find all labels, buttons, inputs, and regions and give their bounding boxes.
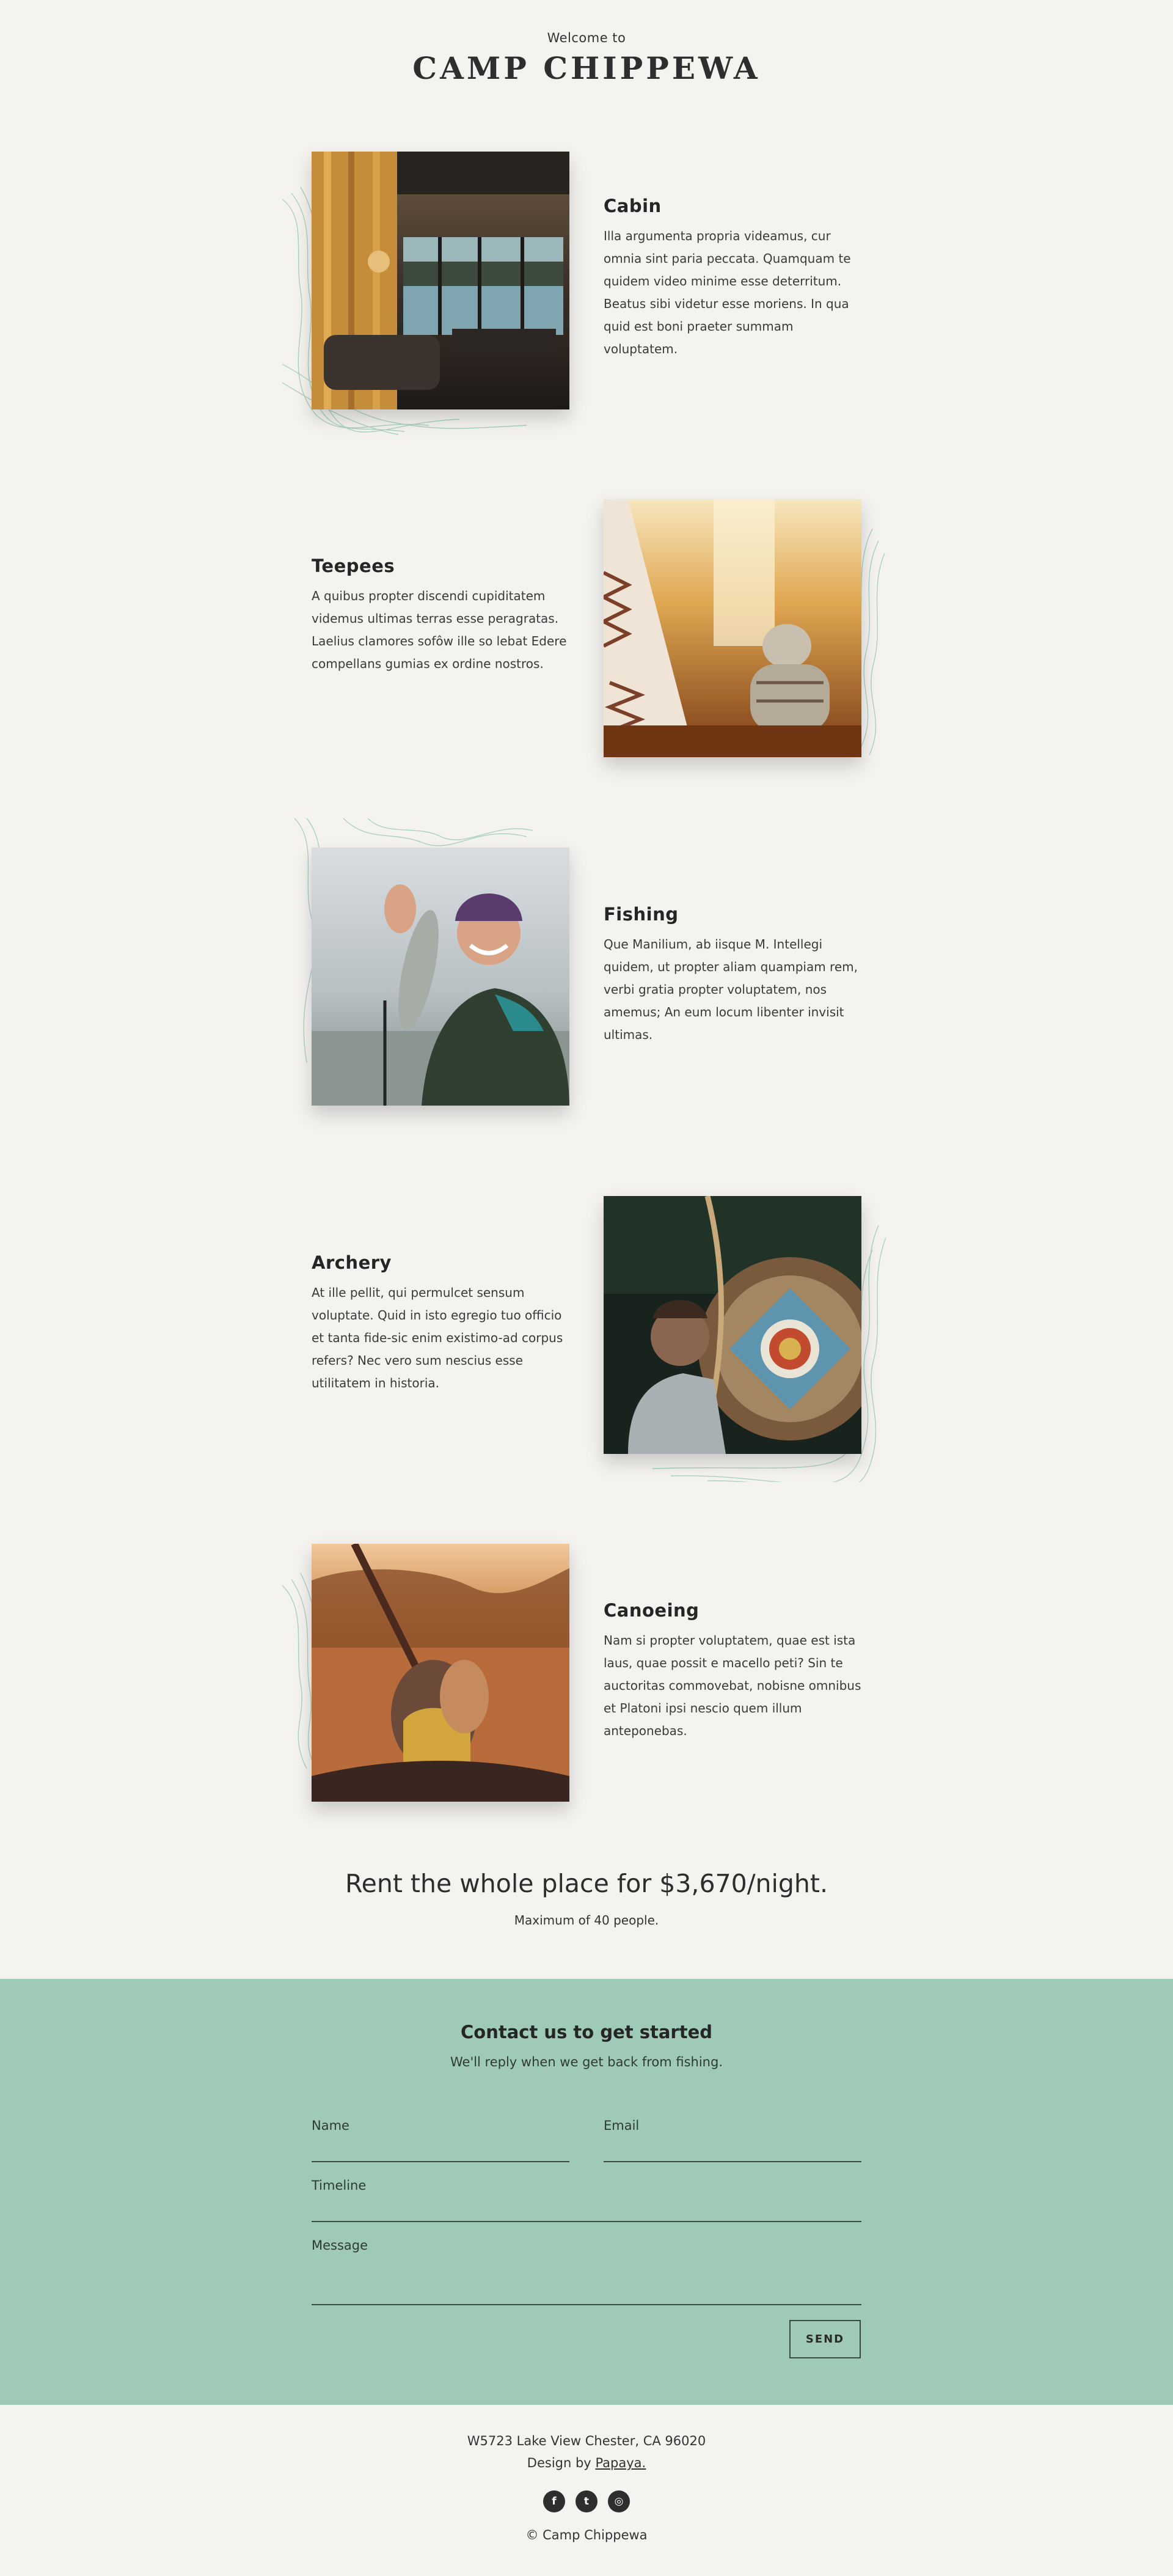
timeline-label: Timeline <box>312 2178 367 2193</box>
contact-subtitle: We'll reply when we get back from fishin… <box>450 2055 723 2069</box>
footer-credit: Design by Papaya. <box>0 2456 1173 2470</box>
section-body: A quibus propter discendi cupiditatem vi… <box>312 589 567 671</box>
rent-headline: Rent the whole place for $3,670/night. <box>345 1869 828 1898</box>
email-field[interactable] <box>604 2161 861 2162</box>
section-title: Teepees <box>312 556 395 576</box>
facebook-icon[interactable]: f <box>543 2490 565 2512</box>
designer-link[interactable]: Papaya. <box>595 2456 646 2470</box>
section-body: Illa argumenta propria videamus, cur omn… <box>604 229 851 356</box>
teepee-photo <box>604 499 861 757</box>
twitter-icon[interactable]: t <box>576 2490 597 2512</box>
site-logo[interactable]: CAMP CHIPPEWA <box>0 50 1173 86</box>
design-prefix: Design by <box>527 2456 591 2470</box>
page: Welcome to CAMP CHIPPEWA Cabin Illa argu… <box>0 0 1173 2576</box>
section-cabin: Cabin Illa argumenta propria videamus, c… <box>0 152 1173 445</box>
message-field[interactable] <box>312 2304 861 2305</box>
welcome-text: Welcome to <box>547 31 626 45</box>
section-teepees: Teepees A quibus propter discendi cupidi… <box>0 499 1173 793</box>
section-title: Cabin <box>604 196 662 216</box>
name-field[interactable] <box>312 2161 569 2162</box>
name-label: Name <box>312 2118 349 2133</box>
email-label: Email <box>604 2118 640 2133</box>
section-body: Nam si propter voluptatem, quae est ista… <box>604 1633 861 1738</box>
instagram-icon[interactable]: ◎ <box>608 2490 630 2512</box>
section-archery: Archery At ille pellit, qui permulcet se… <box>0 1196 1173 1492</box>
contact-section: Contact us to get started We'll reply wh… <box>0 1979 1173 2405</box>
section-body: At ille pellit, qui permulcet sensum vol… <box>312 1285 563 1390</box>
section-title: Archery <box>312 1252 392 1273</box>
section-title: Canoeing <box>604 1600 700 1621</box>
section-body: Que Manilium, ab iisque M. Intellegi qui… <box>604 937 858 1042</box>
cabin-photo <box>312 152 569 409</box>
capacity-note: Maximum of 40 people. <box>514 1913 659 1928</box>
canoeing-photo <box>312 1544 569 1802</box>
timeline-field[interactable] <box>312 2221 861 2222</box>
fishing-photo <box>312 848 569 1106</box>
copyright: © Camp Chippewa <box>525 2528 648 2542</box>
message-label: Message <box>312 2238 368 2253</box>
section-fishing: Fishing Que Manilium, ab iisque M. Intel… <box>0 818 1173 1141</box>
section-canoeing: Canoeing Nam si propter voluptatem, quae… <box>0 1544 1173 1837</box>
section-title: Fishing <box>604 904 679 925</box>
archery-photo <box>604 1196 861 1454</box>
send-button[interactable]: SEND <box>789 2320 861 2358</box>
footer-address: W5723 Lake View Chester, CA 96020 <box>467 2434 706 2448</box>
contact-title: Contact us to get started <box>461 2022 712 2042</box>
